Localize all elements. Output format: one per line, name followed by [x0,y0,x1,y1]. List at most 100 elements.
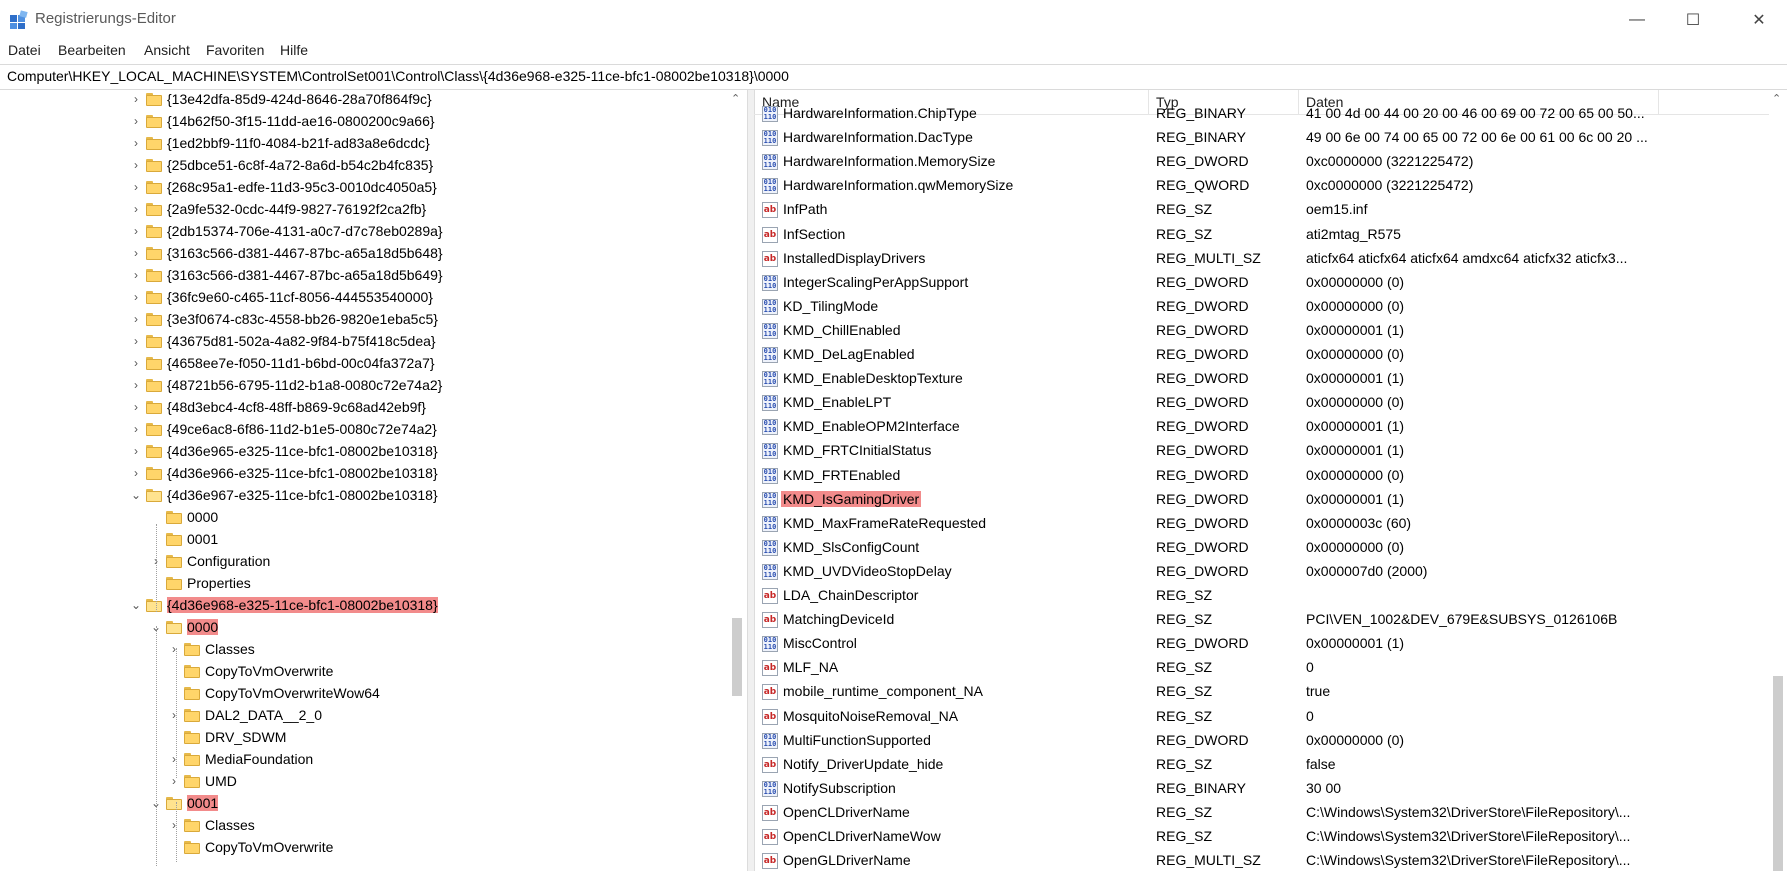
chevron-down-icon[interactable]: ⌄ [130,488,142,502]
value-row[interactable]: 010 110 IntegerScalingPerAppSupport REG_DWO… [754,271,1769,295]
value-name[interactable]: MosquitoNoiseRemoval_NA [781,708,960,724]
tree-item[interactable]: DRV_SDWM [0,727,730,749]
chevron-down-icon[interactable]: ⌄ [130,598,142,612]
value-row[interactable]: 010 110 KMD_IsGamingDriver REG_DWORD 0x00000… [754,488,1769,512]
tree-item-label[interactable]: CopyToVmOverwrite [205,839,333,855]
tree-item[interactable]: › {3163c566-d381-4467-87bc-a65a18d5b649} [0,265,730,287]
chevron-right-icon[interactable]: › [130,158,142,172]
value-name[interactable]: OpenGLDriverName [781,852,913,868]
value-row[interactable]: ab OpenGLDriverName REG_MULTI_SZ C:\Windows… [754,849,1769,871]
tree-item[interactable]: › {36fc9e60-c465-11cf-8056-444553540000} [0,287,730,309]
chevron-right-icon[interactable]: › [130,114,142,128]
value-name[interactable]: OpenCLDriverName [781,804,912,820]
tree-item[interactable]: › Classes [0,639,730,661]
menu-favoriten[interactable]: Favoriten [206,42,264,58]
tree-item[interactable]: › {48721b56-6795-11d2-b1a8-0080c72e74a2} [0,375,730,397]
tree-item-label[interactable]: 0000 [187,619,219,635]
value-name[interactable]: KMD_IsGamingDriver [781,490,922,507]
chevron-right-icon[interactable]: › [130,202,142,216]
chevron-right-icon[interactable]: › [130,180,142,194]
values-scrollbar[interactable]: ⌃ [1769,90,1787,871]
chevron-right-icon[interactable]: › [130,136,142,150]
tree-item[interactable]: › {4d36e966-e325-11ce-bfc1-08002be10318} [0,463,730,485]
value-name[interactable]: KMD_EnableLPT [781,394,893,410]
tree-item-label[interactable]: {3163c566-d381-4467-87bc-a65a18d5b649} [167,267,443,283]
tree-item[interactable]: 0000 [0,507,730,529]
value-row[interactable]: 010 110 KMD_EnableDesktopTexture REG_DWORD 0… [754,367,1769,391]
tree-item-label[interactable]: Properties [187,575,251,591]
value-row[interactable]: 010 110 KMD_UVDVideoStopDelay REG_DWORD 0x00… [754,560,1769,584]
chevron-right-icon[interactable]: › [130,378,142,392]
tree-item[interactable]: › {48d3ebc4-4cf8-48ff-b869-9c68ad42eb9f} [0,397,730,419]
tree-item-label[interactable]: Classes [205,641,255,657]
tree-item-label[interactable]: CopyToVmOverwriteWow64 [205,685,380,701]
value-row[interactable]: 010 110 KMD_EnableLPT REG_DWORD 0x00000000 (… [754,391,1769,415]
value-name[interactable]: MatchingDeviceId [781,611,896,627]
address-bar[interactable]: Computer\HKEY_LOCAL_MACHINE\SYSTEM\Contr… [0,64,1787,90]
tree-item[interactable]: › {4d36e965-e325-11ce-bfc1-08002be10318} [0,441,730,463]
tree-item-label[interactable]: 0001 [187,531,218,547]
tree-item-label[interactable]: {4d36e966-e325-11ce-bfc1-08002be10318} [167,465,438,481]
tree-item[interactable]: › {3e3f0674-c83c-4558-bb26-9820e1eba5c5} [0,309,730,331]
tree-item-label[interactable]: {36fc9e60-c465-11cf-8056-444553540000} [167,289,433,305]
value-row[interactable]: 010 110 KMD_FRTCInitialStatus REG_DWORD 0x00… [754,439,1769,463]
value-row[interactable]: 010 110 KMD_FRTEnabled REG_DWORD 0x00000000 … [754,464,1769,488]
tree-item-label[interactable]: {2db15374-706e-4131-a0c7-d7c78eb0289a} [167,223,443,239]
value-name[interactable]: HardwareInformation.ChipType [781,105,979,121]
value-row[interactable]: ab MLF_NA REG_SZ 0 [754,656,1769,680]
chevron-right-icon[interactable]: › [130,444,142,458]
tree-item-label[interactable]: DRV_SDWM [205,729,286,745]
tree-item-label[interactable]: {49ce6ac8-6f86-11d2-b1e5-0080c72e74a2} [167,421,437,437]
value-name[interactable]: KMD_SlsConfigCount [781,539,921,555]
tree-item-label[interactable]: {48721b56-6795-11d2-b1a8-0080c72e74a2} [167,377,442,393]
tree-scrollbar[interactable]: ⌃ [728,90,746,871]
value-name[interactable]: InfSection [781,226,847,242]
value-row[interactable]: ab InfPath REG_SZ oem15.inf [754,198,1769,222]
value-name[interactable]: IntegerScalingPerAppSupport [781,274,970,290]
tree-scrollbar-thumb[interactable] [732,618,742,696]
value-name[interactable]: InstalledDisplayDrivers [781,250,927,266]
value-name[interactable]: KMD_DeLagEnabled [781,346,917,362]
tree-item[interactable]: › {14b62f50-3f15-11dd-ae16-0800200c9a66} [0,111,730,133]
tree-item-label[interactable]: UMD [205,773,237,789]
tree-item[interactable]: ⌄ 0001 [0,793,730,815]
tree-item[interactable]: › Configuration [0,551,730,573]
value-name[interactable]: KMD_EnableOPM2Interface [781,418,962,434]
value-name[interactable]: KD_TilingMode [781,298,880,314]
tree-item[interactable]: › {43675d81-502a-4a82-9f84-b75f418c5dea} [0,331,730,353]
value-name[interactable]: HardwareInformation.qwMemorySize [781,177,1015,193]
tree-item-label[interactable]: {4d36e968-e325-11ce-bfc1-08002be10318} [167,597,438,613]
close-button[interactable]: ✕ [1731,0,1787,40]
tree-item[interactable]: ⌄ {4d36e967-e325-11ce-bfc1-08002be10318} [0,485,730,507]
tree-item[interactable]: › {13e42dfa-85d9-424d-8646-28a70f864f9c} [0,90,730,111]
value-name[interactable]: KMD_MaxFrameRateRequested [781,515,988,531]
tree-item[interactable]: › MediaFoundation [0,749,730,771]
scroll-up-icon[interactable]: ⌃ [731,92,740,105]
chevron-right-icon[interactable]: › [168,774,180,788]
tree-item-label[interactable]: {14b62f50-3f15-11dd-ae16-0800200c9a66} [167,113,435,129]
tree-item-label[interactable]: {4d36e967-e325-11ce-bfc1-08002be10318} [167,487,438,503]
values-scrollbar-thumb[interactable] [1773,676,1783,871]
value-name[interactable]: KMD_ChillEnabled [781,322,903,338]
value-row[interactable]: 010 110 MultiFunctionSupported REG_DWORD 0x0… [754,729,1769,753]
tree-item[interactable]: › {2db15374-706e-4131-a0c7-d7c78eb0289a} [0,221,730,243]
value-name[interactable]: HardwareInformation.MemorySize [781,153,997,169]
tree-item[interactable]: CopyToVmOverwriteWow64 [0,683,730,705]
tree-item[interactable]: › {25dbce51-6c8f-4a72-8a6d-b54c2b4fc835} [0,155,730,177]
value-row[interactable]: ab OpenCLDriverName REG_SZ C:\Windows\Syste… [754,801,1769,825]
chevron-right-icon[interactable]: › [130,334,142,348]
chevron-right-icon[interactable]: › [130,268,142,282]
tree-item-label[interactable]: CopyToVmOverwrite [205,663,333,679]
tree-item[interactable]: › {49ce6ac8-6f86-11d2-b1e5-0080c72e74a2} [0,419,730,441]
tree-item-label[interactable]: 0000 [187,509,218,525]
tree-item[interactable]: › DAL2_DATA__2_0 [0,705,730,727]
value-name[interactable]: InfPath [781,201,829,217]
tree-item-label[interactable]: {1ed2bbf9-11f0-4084-b21f-ad83a8e6dcdc} [167,135,430,151]
value-name[interactable]: MLF_NA [781,659,840,675]
value-name[interactable]: LDA_ChainDescriptor [781,587,920,603]
value-row[interactable]: 010 110 HardwareInformation.ChipType REG_BI… [754,102,1769,126]
tree-item-label[interactable]: {4658ee7e-f050-11d1-b6bd-00c04fa372a7} [167,355,435,371]
chevron-right-icon[interactable]: › [168,642,180,656]
value-name[interactable]: OpenCLDriverNameWow [781,828,943,844]
tree-item[interactable]: ⌄ 0000 [0,617,730,639]
